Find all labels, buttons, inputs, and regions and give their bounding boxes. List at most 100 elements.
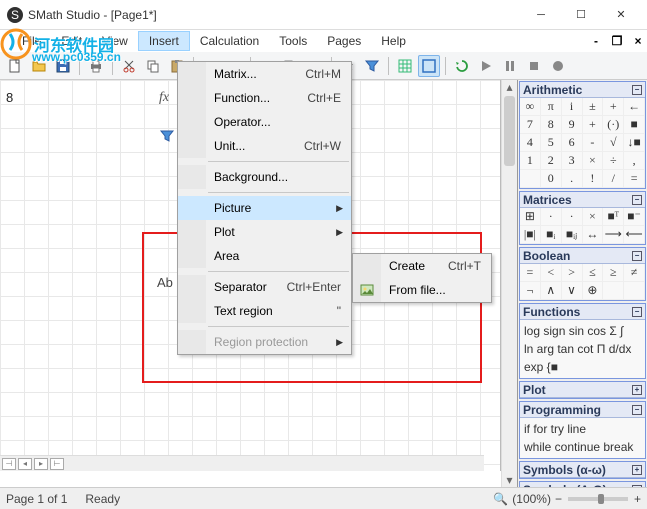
menu-item-separator[interactable]: SeparatorCtrl+Enter: [178, 275, 351, 299]
palette-cell[interactable]: ÷: [603, 152, 624, 170]
vertical-scrollbar[interactable]: ▴ ▾: [501, 80, 517, 487]
expand-icon[interactable]: +: [632, 465, 642, 475]
menu-item-text-region[interactable]: Text region": [178, 299, 351, 323]
palette-cell[interactable]: -: [583, 134, 604, 152]
cut-icon[interactable]: [118, 55, 140, 77]
menu-item-matrix-[interactable]: Matrix...Ctrl+M: [178, 62, 351, 86]
palette-cell[interactable]: ■ᵀ: [603, 208, 624, 226]
collapse-icon[interactable]: −: [632, 405, 642, 415]
collapse-icon[interactable]: −: [632, 251, 642, 261]
sheet-nav-buttons[interactable]: ⊣◂▸⊢: [0, 458, 64, 470]
palette-cell[interactable]: ■: [624, 116, 645, 134]
palette-cell[interactable]: ■ᵢ: [541, 226, 562, 244]
submenu-item-from-file-[interactable]: From file...: [353, 278, 491, 302]
palette-cell[interactable]: ⟶: [603, 226, 624, 244]
menu-item-operator-[interactable]: Operator...: [178, 110, 351, 134]
palette-cell[interactable]: ·: [541, 208, 562, 226]
menu-insert[interactable]: Insert: [138, 31, 190, 51]
palette-cell[interactable]: ±: [583, 98, 604, 116]
palette-cell[interactable]: 7: [520, 116, 541, 134]
grid-icon[interactable]: [394, 55, 416, 77]
menu-item-plot[interactable]: Plot▶: [178, 220, 351, 244]
palette-cell[interactable]: +: [603, 98, 624, 116]
palette-cell[interactable]: <: [541, 264, 562, 282]
open-icon[interactable]: [28, 55, 50, 77]
palette-row[interactable]: if for try line: [524, 420, 641, 438]
palette-cell[interactable]: ■ᵢⱼ: [562, 226, 583, 244]
palette-cell[interactable]: /: [603, 170, 624, 188]
scrollbar-thumb[interactable]: [504, 96, 515, 166]
submenu-item-create[interactable]: CreateCtrl+T: [353, 254, 491, 278]
zoom-slider-thumb[interactable]: [598, 494, 604, 504]
stop-icon[interactable]: [523, 55, 545, 77]
palette-cell[interactable]: =: [624, 170, 645, 188]
palette-cell[interactable]: i: [562, 98, 583, 116]
palette-row[interactable]: log sign sin cos Σ ∫: [524, 322, 641, 340]
menu-help[interactable]: Help: [371, 32, 416, 50]
palette-cell[interactable]: 4: [520, 134, 541, 152]
palette-cell[interactable]: ×: [583, 208, 604, 226]
palette-cell[interactable]: ≥: [603, 264, 624, 282]
palette-cell[interactable]: ⟵: [624, 226, 645, 244]
menu-calculation[interactable]: Calculation: [190, 32, 269, 50]
palette-cell[interactable]: ⊕: [583, 282, 604, 300]
new-doc-icon[interactable]: [4, 55, 26, 77]
minimize-button[interactable]: ─: [521, 1, 561, 29]
palette-cell[interactable]: ↓■: [624, 134, 645, 152]
menu-item-picture[interactable]: Picture▶: [178, 196, 351, 220]
palette-row[interactable]: while continue break: [524, 438, 641, 456]
menu-item-background-[interactable]: Background...: [178, 165, 351, 189]
palette-cell[interactable]: |■|: [520, 226, 541, 244]
palette-cell[interactable]: 3: [562, 152, 583, 170]
horizontal-scrollbar[interactable]: ⊣◂▸⊢: [0, 455, 484, 471]
menu-view[interactable]: View: [92, 32, 138, 50]
palette-cell[interactable]: !: [583, 170, 604, 188]
palette-row[interactable]: exp {■: [524, 358, 641, 376]
palette-cell[interactable]: >: [562, 264, 583, 282]
menu-pages[interactable]: Pages: [317, 32, 371, 50]
pause-icon[interactable]: [499, 55, 521, 77]
collapse-icon[interactable]: −: [632, 85, 642, 95]
palette-cell[interactable]: (·): [603, 116, 624, 134]
menu-item-unit-[interactable]: Unit...Ctrl+W: [178, 134, 351, 158]
palette-cell[interactable]: ≤: [583, 264, 604, 282]
palette-row[interactable]: ln arg tan cot Π d/dx: [524, 340, 641, 358]
box-icon[interactable]: [418, 55, 440, 77]
refresh-icon[interactable]: [451, 55, 473, 77]
funnel-icon[interactable]: [361, 55, 383, 77]
palette-cell[interactable]: [520, 170, 541, 188]
palette-cell[interactable]: 1: [520, 152, 541, 170]
palette-cell[interactable]: ∧: [541, 282, 562, 300]
close-button[interactable]: ✕: [601, 1, 641, 29]
save-icon[interactable]: [52, 55, 74, 77]
palette-cell[interactable]: 5: [541, 134, 562, 152]
menu-edit[interactable]: Edit: [51, 32, 92, 50]
menu-tools[interactable]: Tools: [269, 32, 317, 50]
palette-cell[interactable]: √: [603, 134, 624, 152]
mdi-minimize-button[interactable]: -: [587, 32, 605, 50]
collapse-icon[interactable]: −: [632, 195, 642, 205]
menu-file[interactable]: File: [12, 32, 51, 50]
collapse-icon[interactable]: −: [632, 307, 642, 317]
palette-cell[interactable]: π: [541, 98, 562, 116]
palette-cell[interactable]: ≠: [624, 264, 645, 282]
palette-cell[interactable]: 2: [541, 152, 562, 170]
palette-cell[interactable]: 0: [541, 170, 562, 188]
expand-icon[interactable]: +: [632, 385, 642, 395]
maximize-button[interactable]: ☐: [561, 1, 601, 29]
palette-cell[interactable]: ,: [624, 152, 645, 170]
palette-cell[interactable]: =: [520, 264, 541, 282]
palette-cell[interactable]: ∨: [562, 282, 583, 300]
palette-cell[interactable]: ↔: [583, 226, 604, 244]
palette-cell[interactable]: +: [583, 116, 604, 134]
palette-cell[interactable]: 8: [541, 116, 562, 134]
palette-cell[interactable]: ×: [583, 152, 604, 170]
palette-cell[interactable]: 6: [562, 134, 583, 152]
play-icon[interactable]: [475, 55, 497, 77]
palette-cell[interactable]: 9: [562, 116, 583, 134]
palette-cell[interactable]: [624, 282, 645, 300]
mdi-close-button[interactable]: ×: [629, 32, 647, 50]
palette-cell[interactable]: ←: [624, 98, 645, 116]
zoom-icon[interactable]: 🔍: [493, 492, 508, 506]
palette-cell[interactable]: .: [562, 170, 583, 188]
